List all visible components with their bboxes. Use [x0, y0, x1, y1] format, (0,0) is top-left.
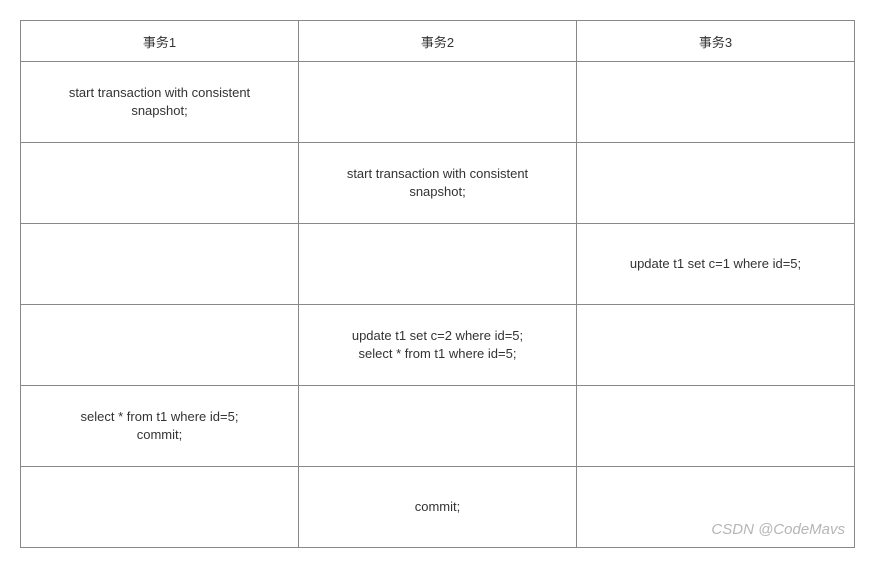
table-row: select * from t1 where id=5;commit;: [21, 386, 855, 467]
table-cell: [299, 224, 577, 305]
header-row: 事务1 事务2 事务3: [21, 21, 855, 62]
table-cell: [577, 467, 855, 548]
cell-text: snapshot;: [307, 183, 568, 201]
table-cell: [21, 467, 299, 548]
table-cell: [577, 62, 855, 143]
table-row: commit;: [21, 467, 855, 548]
cell-text: update t1 set c=1 where id=5;: [585, 255, 846, 273]
cell-text: start transaction with consistent: [307, 165, 568, 183]
table-cell: [21, 224, 299, 305]
cell-text: update t1 set c=2 where id=5;: [307, 327, 568, 345]
table-row: update t1 set c=1 where id=5;: [21, 224, 855, 305]
table-cell: [577, 386, 855, 467]
table-row: start transaction with consistentsnapsho…: [21, 62, 855, 143]
table-cell: start transaction with consistentsnapsho…: [299, 143, 577, 224]
cell-text: select * from t1 where id=5;: [307, 345, 568, 363]
table-cell: [299, 62, 577, 143]
cell-text: start transaction with consistent: [29, 84, 290, 102]
table-cell: commit;: [299, 467, 577, 548]
table-cell: [299, 386, 577, 467]
table-cell: select * from t1 where id=5;commit;: [21, 386, 299, 467]
cell-text: snapshot;: [29, 102, 290, 120]
header-col-3: 事务3: [577, 21, 855, 62]
table-cell: update t1 set c=1 where id=5;: [577, 224, 855, 305]
transaction-table: 事务1 事务2 事务3 start transaction with consi…: [20, 20, 855, 548]
header-col-2: 事务2: [299, 21, 577, 62]
header-col-1: 事务1: [21, 21, 299, 62]
cell-text: select * from t1 where id=5;: [29, 408, 290, 426]
table-cell: update t1 set c=2 where id=5;select * fr…: [299, 305, 577, 386]
cell-text: commit;: [307, 498, 568, 516]
table-body: start transaction with consistentsnapsho…: [21, 62, 855, 548]
cell-text: commit;: [29, 426, 290, 444]
table-row: update t1 set c=2 where id=5;select * fr…: [21, 305, 855, 386]
table-cell: [577, 305, 855, 386]
table-row: start transaction with consistentsnapsho…: [21, 143, 855, 224]
table-cell: [21, 305, 299, 386]
table-cell: [21, 143, 299, 224]
table-cell: start transaction with consistentsnapsho…: [21, 62, 299, 143]
table-cell: [577, 143, 855, 224]
